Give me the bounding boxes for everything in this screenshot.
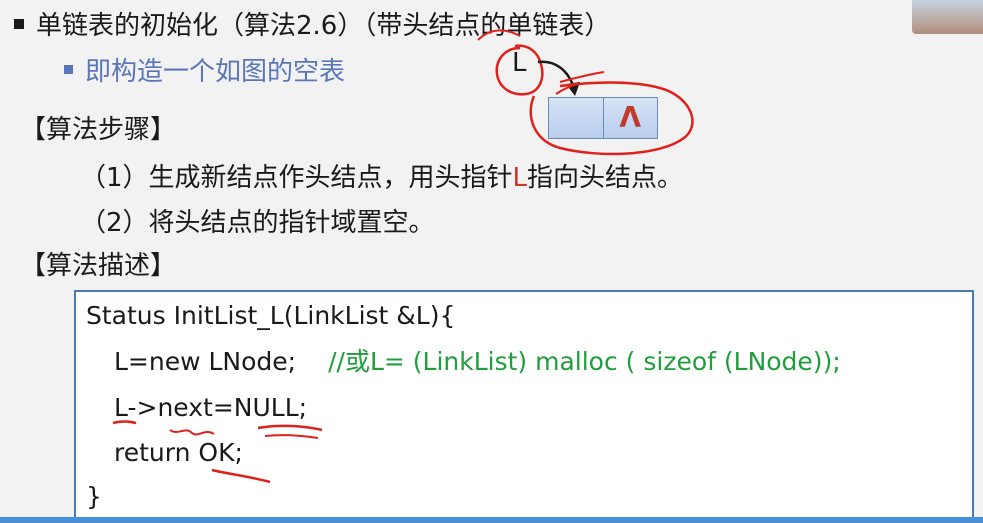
node-next-field: Λ: [603, 97, 658, 139]
code-line-2-code: L=new LNode;: [114, 347, 297, 376]
slide-title-text: 单链表的初始化（算法2.6）（带头结点的单链表）: [36, 11, 611, 41]
code-line-1: Status InitList_L(LinkList &L){: [86, 301, 456, 330]
code-comment: //或L= (LinkList) malloc ( sizeof (LNode)…: [328, 347, 841, 376]
bullet-icon: [64, 65, 73, 74]
arrow-head-icon: [566, 82, 580, 96]
code-line-5: }: [86, 482, 102, 511]
head-node: Λ: [548, 97, 658, 139]
code-block: Status InitList_L(LinkList &L){ L=new LN…: [74, 290, 974, 523]
head-pointer-label: L: [512, 48, 527, 78]
step-1: （1）生成新结点作头结点，用头指针L指向头结点。: [80, 158, 683, 198]
presenter-avatar: [912, 0, 983, 34]
step-1-prefix: （1）生成新结点作头结点，用头指针: [80, 163, 513, 193]
bottom-progress-bar: [0, 517, 983, 523]
step-1-suffix: 指向头结点。: [527, 163, 684, 193]
step-2: （2）将头结点的指针域置空。: [80, 203, 435, 243]
annotation-tick: [555, 83, 579, 95]
step-1-highlight: L: [512, 163, 528, 193]
node-data-field: [548, 97, 604, 139]
slide-subtitle-text: 即构造一个如图的空表: [85, 57, 346, 87]
steps-heading: 【算法步骤】: [20, 115, 177, 145]
slide-title: 单链表的初始化（算法2.6）（带头结点的单链表）: [14, 6, 610, 46]
code-line-2: L=new LNode; //或L= (LinkList) malloc ( si…: [114, 344, 841, 380]
code-line-3: L->next=NULL;: [114, 393, 308, 422]
description-heading: 【算法描述】: [20, 251, 177, 281]
bullet-icon: [14, 18, 24, 29]
code-line-4: return OK;: [114, 438, 243, 467]
annotation-tick: [559, 71, 605, 83]
pointer-arrow: [537, 60, 576, 89]
step-2-text: （2）将头结点的指针域置空。: [80, 208, 435, 238]
slide-subtitle: 即构造一个如图的空表: [64, 52, 345, 92]
